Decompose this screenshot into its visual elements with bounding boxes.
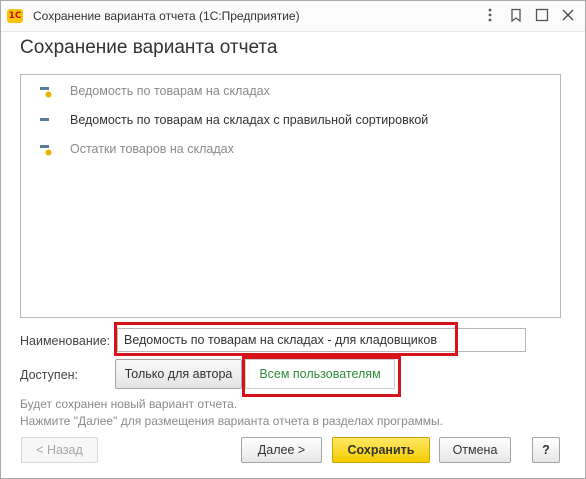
title-bar[interactable]: 1С Сохранение варианта отчета (1С:Предпр… — [1, 1, 585, 32]
name-input[interactable] — [117, 328, 526, 352]
close-button[interactable] — [555, 4, 581, 26]
list-item-label: Остатки товаров на складах — [70, 142, 234, 156]
dialog-window: 1С Сохранение варианта отчета (1С:Предпр… — [0, 0, 586, 479]
report-variant-icon — [40, 145, 52, 156]
close-icon — [562, 9, 574, 21]
info-line-2: Нажмите "Далее" для размещения варианта … — [20, 414, 443, 428]
option-author-only[interactable]: Только для автора — [115, 359, 242, 389]
bookmark-button[interactable] — [503, 4, 529, 26]
app-logo-icon: 1С — [7, 9, 23, 23]
report-variant-icon — [40, 87, 52, 98]
menu-button[interactable] — [477, 4, 503, 26]
list-item-label: Ведомость по товарам на складах с правил… — [70, 113, 429, 127]
report-variant-new-icon — [40, 118, 49, 121]
list-item[interactable]: Ведомость по товарам на складах — [21, 78, 560, 104]
variants-list[interactable]: Ведомость по товарам на складах Ведомост… — [20, 74, 561, 318]
availability-radio-group[interactable]: Только для автора Всем пользователям — [115, 359, 399, 389]
resize-icon — [535, 8, 549, 22]
list-item[interactable]: Остатки товаров на складах — [21, 136, 560, 162]
window-title: Сохранение варианта отчета (1С:Предприят… — [33, 9, 300, 23]
menu-icon — [488, 8, 492, 22]
dialog-title: Сохранение варианта отчета — [20, 37, 278, 58]
bookmark-icon — [511, 8, 521, 22]
cancel-button[interactable]: Отмена — [439, 437, 511, 463]
list-item-label: Ведомость по товарам на складах — [70, 84, 270, 98]
name-label: Наименование: — [20, 334, 111, 348]
info-line-1: Будет сохранен новый вариант отчета. — [20, 397, 238, 411]
list-item[interactable]: Ведомость по товарам на складах с правил… — [21, 107, 560, 133]
save-button[interactable]: Сохранить — [332, 437, 430, 463]
help-button[interactable]: ? — [532, 437, 560, 463]
option-all-users[interactable]: Всем пользователям — [245, 359, 395, 389]
resize-button[interactable] — [529, 4, 555, 26]
available-label: Доступен: — [20, 368, 79, 382]
next-button[interactable]: Далее > — [241, 437, 322, 463]
back-button[interactable]: < Назад — [21, 437, 98, 463]
